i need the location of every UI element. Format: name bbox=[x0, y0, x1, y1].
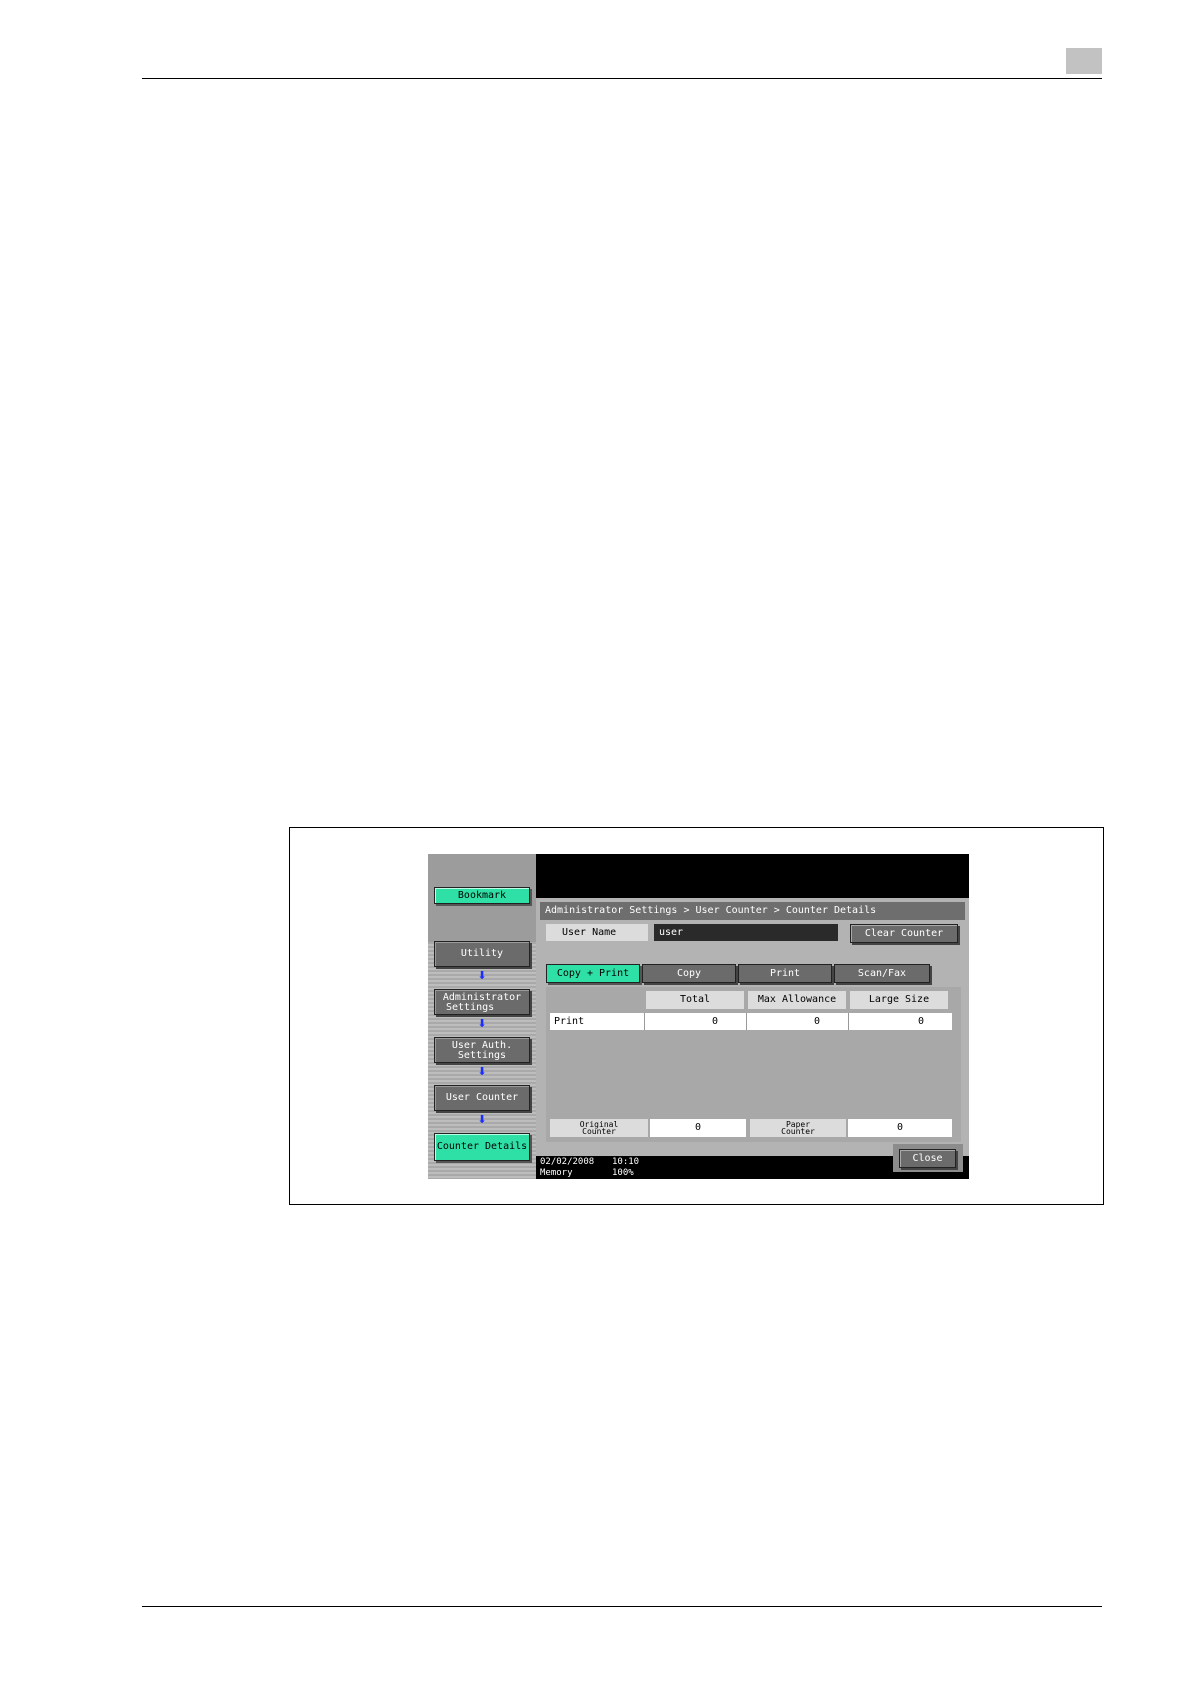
arrow-down-icon: ⬇ bbox=[477, 1017, 487, 1030]
close-button-area: Close bbox=[893, 1144, 963, 1172]
sidebar-item-label: Utility bbox=[460, 948, 504, 959]
sidebar-item-counter-details[interactable]: Counter Details bbox=[434, 1133, 530, 1161]
sidebar-item-label: User Counter bbox=[445, 1092, 519, 1103]
sidebar: Bookmark Utility ⬇ Administrator Setting… bbox=[428, 854, 536, 1179]
column-header-large-size: Large Size bbox=[850, 991, 948, 1009]
tab-scan-fax[interactable]: Scan/Fax bbox=[834, 964, 930, 983]
user-name-field: user bbox=[654, 924, 838, 941]
close-button[interactable]: Close bbox=[899, 1149, 956, 1168]
sidebar-item-user-auth-settings[interactable]: User Auth. Settings bbox=[434, 1037, 530, 1063]
status-memory-value: 100% bbox=[612, 1168, 634, 1178]
paper-counter-value: 0 bbox=[848, 1119, 952, 1137]
arrow-down-icon: ⬇ bbox=[477, 1065, 487, 1078]
breadcrumb: Administrator Settings > User Counter > … bbox=[540, 902, 965, 920]
sidebar-item-administrator-settings[interactable]: Administrator Settings bbox=[434, 989, 530, 1015]
paper-counter-label-line2: Counter bbox=[781, 1127, 815, 1136]
original-counter-value: 0 bbox=[650, 1119, 746, 1137]
original-counter-label: Original Counter bbox=[550, 1119, 648, 1137]
cell-total: 0 bbox=[644, 1013, 746, 1030]
paper-counter-label: Paper Counter bbox=[750, 1119, 846, 1137]
footer-rule bbox=[142, 1606, 1102, 1607]
status-memory-label: Memory bbox=[540, 1168, 573, 1178]
cell-large-size: 0 bbox=[848, 1013, 952, 1030]
column-header-max-allowance: Max Allowance bbox=[748, 991, 846, 1009]
tab-print[interactable]: Print bbox=[738, 964, 832, 983]
tab-copy-print[interactable]: Copy + Print bbox=[546, 964, 640, 983]
column-header-total: Total bbox=[646, 991, 744, 1009]
counter-table: Total Max Allowance Large Size Print 0 0… bbox=[546, 987, 961, 1142]
user-name-label: User Name bbox=[546, 924, 648, 941]
control-panel-screen: Bookmark Utility ⬇ Administrator Setting… bbox=[428, 854, 969, 1179]
original-counter-label-line2: Counter bbox=[582, 1127, 616, 1136]
sidebar-item-utility[interactable]: Utility bbox=[434, 941, 530, 967]
bookmark-label: Bookmark bbox=[457, 890, 507, 901]
status-time: 10:10 bbox=[612, 1157, 640, 1167]
row-label-print: Print bbox=[554, 1016, 585, 1027]
sidebar-item-label: Settings bbox=[457, 1050, 507, 1061]
sidebar-item-label: Counter Details bbox=[436, 1141, 528, 1152]
clear-counter-button[interactable]: Clear Counter bbox=[850, 924, 958, 943]
main-panel: Administrator Settings > User Counter > … bbox=[536, 898, 969, 1156]
header-tab-marker bbox=[1066, 48, 1102, 74]
header-rule bbox=[142, 78, 1102, 79]
arrow-down-icon: ⬇ bbox=[477, 1113, 487, 1126]
tab-copy[interactable]: Copy bbox=[642, 964, 736, 983]
arrow-down-icon: ⬇ bbox=[477, 969, 487, 982]
cell-max-allowance: 0 bbox=[746, 1013, 848, 1030]
sidebar-item-label: Settings bbox=[446, 1002, 495, 1013]
bookmark-button[interactable]: Bookmark bbox=[434, 887, 530, 904]
sidebar-item-user-counter[interactable]: User Counter bbox=[434, 1085, 530, 1111]
status-date: 02/02/2008 bbox=[540, 1157, 595, 1167]
